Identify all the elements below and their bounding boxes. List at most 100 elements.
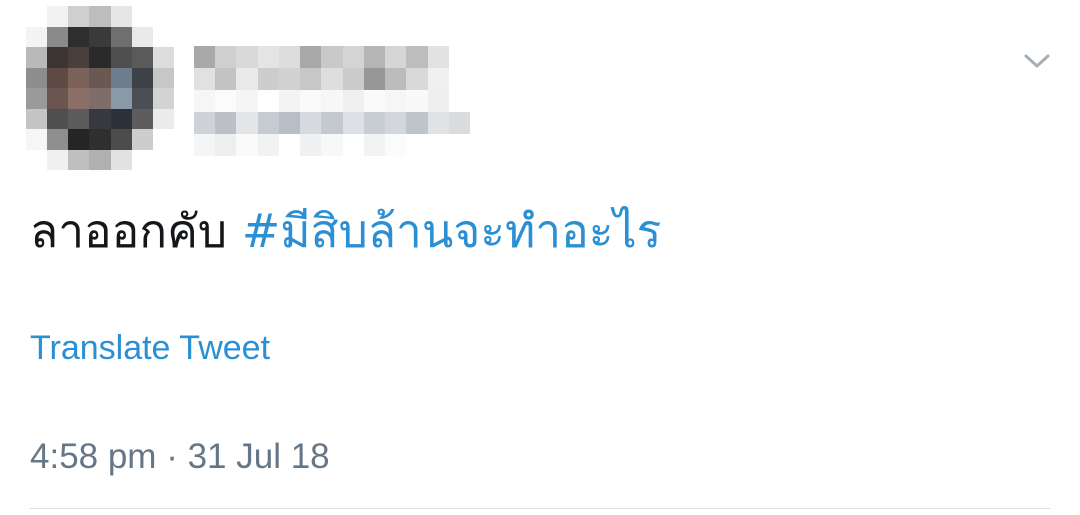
tweet-card: ลาออกคับ #มีสิบล้านจะทำอะไร Translate Tw…: [0, 0, 1080, 515]
name-pixel: [278, 68, 301, 90]
avatar-pixel: [47, 149, 69, 170]
name-pixel: [448, 90, 470, 112]
name-pixel: [236, 112, 258, 134]
name-pixel: [363, 134, 386, 156]
avatar-pixel: [47, 47, 69, 68]
name-pixel: [321, 90, 343, 112]
name-pixel: [406, 90, 428, 112]
avatar-pixel: [131, 149, 153, 170]
avatar-pixel: [110, 26, 132, 47]
name-pixel: [215, 46, 237, 68]
avatar-pixel: [26, 67, 48, 88]
tweet-body: ลาออกคับ: [30, 204, 242, 258]
name-pixel: [236, 134, 258, 156]
avatar-pixel: [47, 67, 69, 88]
name-pixel: [300, 68, 322, 90]
avatar[interactable]: [26, 6, 174, 170]
name-pixel: [278, 90, 301, 112]
avatar-pixel: [152, 6, 174, 27]
name-pixel: [215, 68, 237, 90]
avatar-pixel: [152, 108, 174, 129]
name-pixel: [385, 112, 407, 134]
name-pixel: [385, 46, 407, 68]
avatar-pixel: [26, 149, 48, 170]
avatar-pixel: [89, 108, 111, 129]
avatar-pixel: [47, 129, 69, 150]
divider: [30, 508, 1050, 509]
name-pixel: [342, 90, 364, 112]
avatar-pixel: [89, 26, 111, 47]
avatar-pixel: [89, 6, 111, 27]
avatar-pixel: [131, 47, 153, 68]
name-pixel: [278, 134, 301, 156]
name-pixel: [427, 90, 449, 112]
name-pixel: [448, 134, 470, 156]
avatar-pixel: [152, 149, 174, 170]
name-pixel: [363, 90, 386, 112]
avatar-pixel: [110, 149, 132, 170]
avatar-pixel: [110, 6, 132, 27]
avatar-pixel: [110, 67, 132, 88]
name-pixel: [194, 46, 216, 68]
tweet-time: 4:58 pm: [30, 437, 157, 476]
avatar-pixel: [26, 108, 48, 129]
name-pixel: [194, 90, 216, 112]
timestamp-separator: ·: [166, 437, 178, 476]
avatar-pixel: [131, 67, 153, 88]
name-pixel: [363, 68, 386, 90]
name-pixel: [278, 112, 301, 134]
avatar-pixel: [131, 129, 153, 150]
avatar-pixel: [26, 88, 48, 109]
avatar-pixel: [89, 129, 111, 150]
name-pixel: [215, 112, 237, 134]
name-pixel: [406, 112, 428, 134]
translate-tweet-link[interactable]: Translate Tweet: [30, 326, 270, 370]
name-pixel: [257, 134, 279, 156]
avatar-pixel: [26, 6, 48, 27]
avatar-pixel: [68, 47, 90, 68]
name-pixel: [448, 68, 470, 90]
name-pixel: [300, 134, 322, 156]
name-pixel: [427, 68, 449, 90]
hashtag-link[interactable]: #มีสิบล้านจะทำอะไร: [242, 204, 662, 258]
name-pixel: [321, 68, 343, 90]
avatar-pixel: [152, 88, 174, 109]
name-pixel: [427, 112, 449, 134]
avatar-pixel: [110, 88, 132, 109]
name-pixel: [300, 112, 322, 134]
avatar-pixel: [131, 88, 153, 109]
avatar-pixel: [110, 47, 132, 68]
chevron-down-icon[interactable]: [1022, 50, 1052, 72]
name-pixel: [406, 68, 428, 90]
avatar-pixel: [68, 67, 90, 88]
name-pixel: [321, 112, 343, 134]
name-pixel: [385, 90, 407, 112]
name-pixel: [236, 90, 258, 112]
avatar-pixel: [47, 88, 69, 109]
name-pixel: [236, 46, 258, 68]
name-pixel: [236, 68, 258, 90]
avatar-pixel: [26, 26, 48, 47]
name-pixel: [342, 46, 364, 68]
name-pixel: [406, 134, 428, 156]
avatar-pixel: [26, 129, 48, 150]
name-pixel: [342, 68, 364, 90]
name-pixel: [194, 134, 216, 156]
name-pixel: [448, 112, 470, 134]
tweet-timestamp: 4:58 pm · 31 Jul 18: [30, 434, 330, 480]
name-pixel: [342, 112, 364, 134]
name-pixel: [257, 46, 279, 68]
avatar-pixel: [89, 67, 111, 88]
name-pixel: [194, 68, 216, 90]
avatar-pixel: [89, 88, 111, 109]
avatar-pixel: [68, 108, 90, 129]
avatar-pixel: [89, 47, 111, 68]
name-pixel: [300, 90, 322, 112]
name-pixel: [427, 134, 449, 156]
name-pixel: [194, 112, 216, 134]
tweet-text: ลาออกคับ #มีสิบล้านจะทำอะไร: [30, 196, 661, 266]
avatar-pixel: [131, 26, 153, 47]
avatar-pixel: [110, 129, 132, 150]
author-name-handle[interactable]: [194, 46, 470, 156]
avatar-pixel: [47, 26, 69, 47]
